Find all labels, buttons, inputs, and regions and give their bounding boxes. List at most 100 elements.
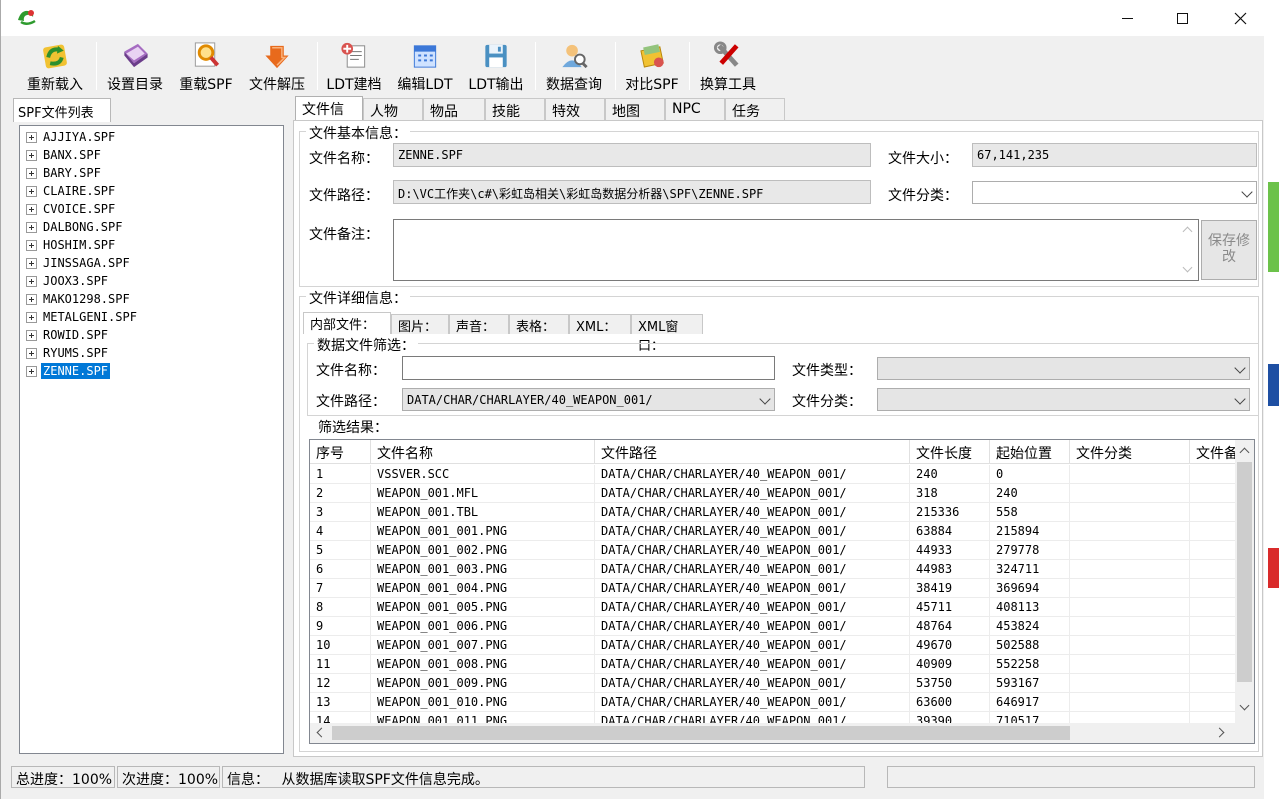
reload-spf-button[interactable]: 重载SPF <box>175 38 237 94</box>
file-size-field[interactable]: 67,141,235 <box>972 143 1257 167</box>
table-cell[interactable]: DATA/CHAR/CHARLAYER/40_WEAPON_001/ <box>595 503 910 522</box>
table-cell[interactable] <box>1190 693 1237 712</box>
table-cell[interactable]: DATA/CHAR/CHARLAYER/40_WEAPON_001/ <box>595 560 910 579</box>
table-cell[interactable]: 44983 <box>910 560 990 579</box>
tree-item[interactable]: AJJIYA.SPF <box>26 128 117 146</box>
tab-quest[interactable]: 任务 <box>725 98 785 120</box>
reload-button[interactable]: 重新载入 <box>23 38 87 94</box>
close-button[interactable] <box>1217 0 1263 36</box>
table-cell[interactable]: 408113 <box>990 598 1070 617</box>
minimize-button[interactable] <box>1104 0 1150 36</box>
table-cell[interactable]: 240 <box>990 484 1070 503</box>
table-cell[interactable] <box>1190 484 1237 503</box>
tree-item[interactable]: DALBONG.SPF <box>26 218 124 236</box>
table-cell[interactable] <box>1070 655 1190 674</box>
table-cell[interactable] <box>1190 655 1237 674</box>
tree-item[interactable]: RYUMS.SPF <box>26 344 110 362</box>
expand-icon[interactable] <box>26 329 37 341</box>
tree-item[interactable]: METALGENI.SPF <box>26 308 139 326</box>
tree-item[interactable]: CLAIRE.SPF <box>26 182 117 200</box>
tree-item[interactable]: ROWID.SPF <box>26 326 110 344</box>
table-cell[interactable]: 63600 <box>910 693 990 712</box>
table-cell[interactable]: 63884 <box>910 522 990 541</box>
tab-skills[interactable]: 技能 <box>485 98 545 120</box>
table-cell[interactable]: DATA/CHAR/CHARLAYER/40_WEAPON_001/ <box>595 541 910 560</box>
file-category-select[interactable] <box>972 181 1257 204</box>
table-cell[interactable] <box>1070 617 1190 636</box>
tab-xml[interactable]: XML： <box>569 314 631 335</box>
table-cell[interactable] <box>1190 560 1237 579</box>
table-cell[interactable]: 12 <box>310 674 371 693</box>
column-header[interactable]: 序号 <box>310 440 371 464</box>
table-cell[interactable] <box>1190 465 1237 484</box>
vertical-scrollbar[interactable] <box>1235 440 1254 723</box>
table-cell[interactable]: DATA/CHAR/CHARLAYER/40_WEAPON_001/ <box>595 693 910 712</box>
extract-button[interactable]: 文件解压 <box>245 38 309 94</box>
table-cell[interactable]: 11 <box>310 655 371 674</box>
table-cell[interactable]: WEAPON_001_008.PNG <box>371 655 595 674</box>
expand-icon[interactable] <box>26 203 37 215</box>
table-cell[interactable]: DATA/CHAR/CHARLAYER/40_WEAPON_001/ <box>595 484 910 503</box>
table-cell[interactable]: VSSVER.SCC <box>371 465 595 484</box>
table-cell[interactable]: WEAPON_001_005.PNG <box>371 598 595 617</box>
table-cell[interactable]: WEAPON_001_007.PNG <box>371 636 595 655</box>
table-cell[interactable]: WEAPON_001_010.PNG <box>371 693 595 712</box>
expand-icon[interactable] <box>26 365 37 377</box>
tab-effects[interactable]: 特效 <box>545 98 605 120</box>
table-cell[interactable]: 318 <box>910 484 990 503</box>
table-cell[interactable]: 53750 <box>910 674 990 693</box>
maximize-button[interactable] <box>1159 0 1205 36</box>
table-cell[interactable]: 13 <box>310 693 371 712</box>
table-cell[interactable]: 369694 <box>990 579 1070 598</box>
tab-npc[interactable]: NPC <box>665 98 725 120</box>
tab-images[interactable]: 图片： <box>391 314 449 335</box>
results-grid[interactable]: 序号 文件名称 文件路径 文件长度 起始位置 文件分类 文件备 1 VSSVER.… <box>309 439 1255 744</box>
table-cell[interactable] <box>1190 579 1237 598</box>
table-cell[interactable]: 7 <box>310 579 371 598</box>
file-name-field[interactable]: ZENNE.SPF <box>393 143 871 167</box>
filter-path-select[interactable]: DATA/CHAR/CHARLAYER/40_WEAPON_001/ <box>402 388 775 411</box>
table-cell[interactable] <box>1190 674 1237 693</box>
expand-icon[interactable] <box>26 221 37 233</box>
expand-icon[interactable] <box>26 275 37 287</box>
table-cell[interactable]: WEAPON_001_009.PNG <box>371 674 595 693</box>
table-cell[interactable]: WEAPON_001_002.PNG <box>371 541 595 560</box>
expand-icon[interactable] <box>26 167 37 179</box>
table-cell[interactable] <box>1070 560 1190 579</box>
table-cell[interactable]: DATA/CHAR/CHARLAYER/40_WEAPON_001/ <box>595 598 910 617</box>
table-cell[interactable] <box>1190 541 1237 560</box>
table-cell[interactable]: 9 <box>310 617 371 636</box>
table-cell[interactable] <box>1070 674 1190 693</box>
table-cell[interactable]: 453824 <box>990 617 1070 636</box>
table-cell[interactable]: DATA/CHAR/CHARLAYER/40_WEAPON_001/ <box>595 674 910 693</box>
table-cell[interactable]: 2 <box>310 484 371 503</box>
table-cell[interactable]: 5 <box>310 541 371 560</box>
scroll-right-icon[interactable] <box>1214 727 1225 738</box>
ldt-output-button[interactable]: LDT输出 <box>465 38 527 94</box>
table-cell[interactable]: 40909 <box>910 655 990 674</box>
table-cell[interactable]: 8 <box>310 598 371 617</box>
tree-item[interactable]: CVOICE.SPF <box>26 200 117 218</box>
save-changes-button[interactable]: 保存修改 <box>1201 220 1257 280</box>
table-cell[interactable] <box>1070 522 1190 541</box>
table-cell[interactable]: WEAPON_001_004.PNG <box>371 579 595 598</box>
table-cell[interactable]: WEAPON_001.TBL <box>371 503 595 522</box>
table-cell[interactable]: 593167 <box>990 674 1070 693</box>
table-cell[interactable]: 3 <box>310 503 371 522</box>
column-header[interactable]: 起始位置 <box>990 440 1070 464</box>
column-header[interactable]: 文件路径 <box>595 440 910 464</box>
table-cell[interactable]: 324711 <box>990 560 1070 579</box>
table-cell[interactable]: 44933 <box>910 541 990 560</box>
table-cell[interactable]: DATA/CHAR/CHARLAYER/40_WEAPON_001/ <box>595 617 910 636</box>
table-cell[interactable] <box>1190 522 1237 541</box>
column-header[interactable]: 文件分类 <box>1070 440 1190 464</box>
column-header[interactable]: 文件长度 <box>910 440 990 464</box>
table-cell[interactable] <box>1070 636 1190 655</box>
expand-icon[interactable] <box>26 347 37 359</box>
table-cell[interactable]: 215336 <box>910 503 990 522</box>
tab-map[interactable]: 地图 <box>605 98 665 120</box>
filter-name-input[interactable] <box>402 356 775 380</box>
table-cell[interactable] <box>1190 503 1237 522</box>
table-cell[interactable] <box>1190 636 1237 655</box>
expand-icon[interactable] <box>26 293 37 305</box>
